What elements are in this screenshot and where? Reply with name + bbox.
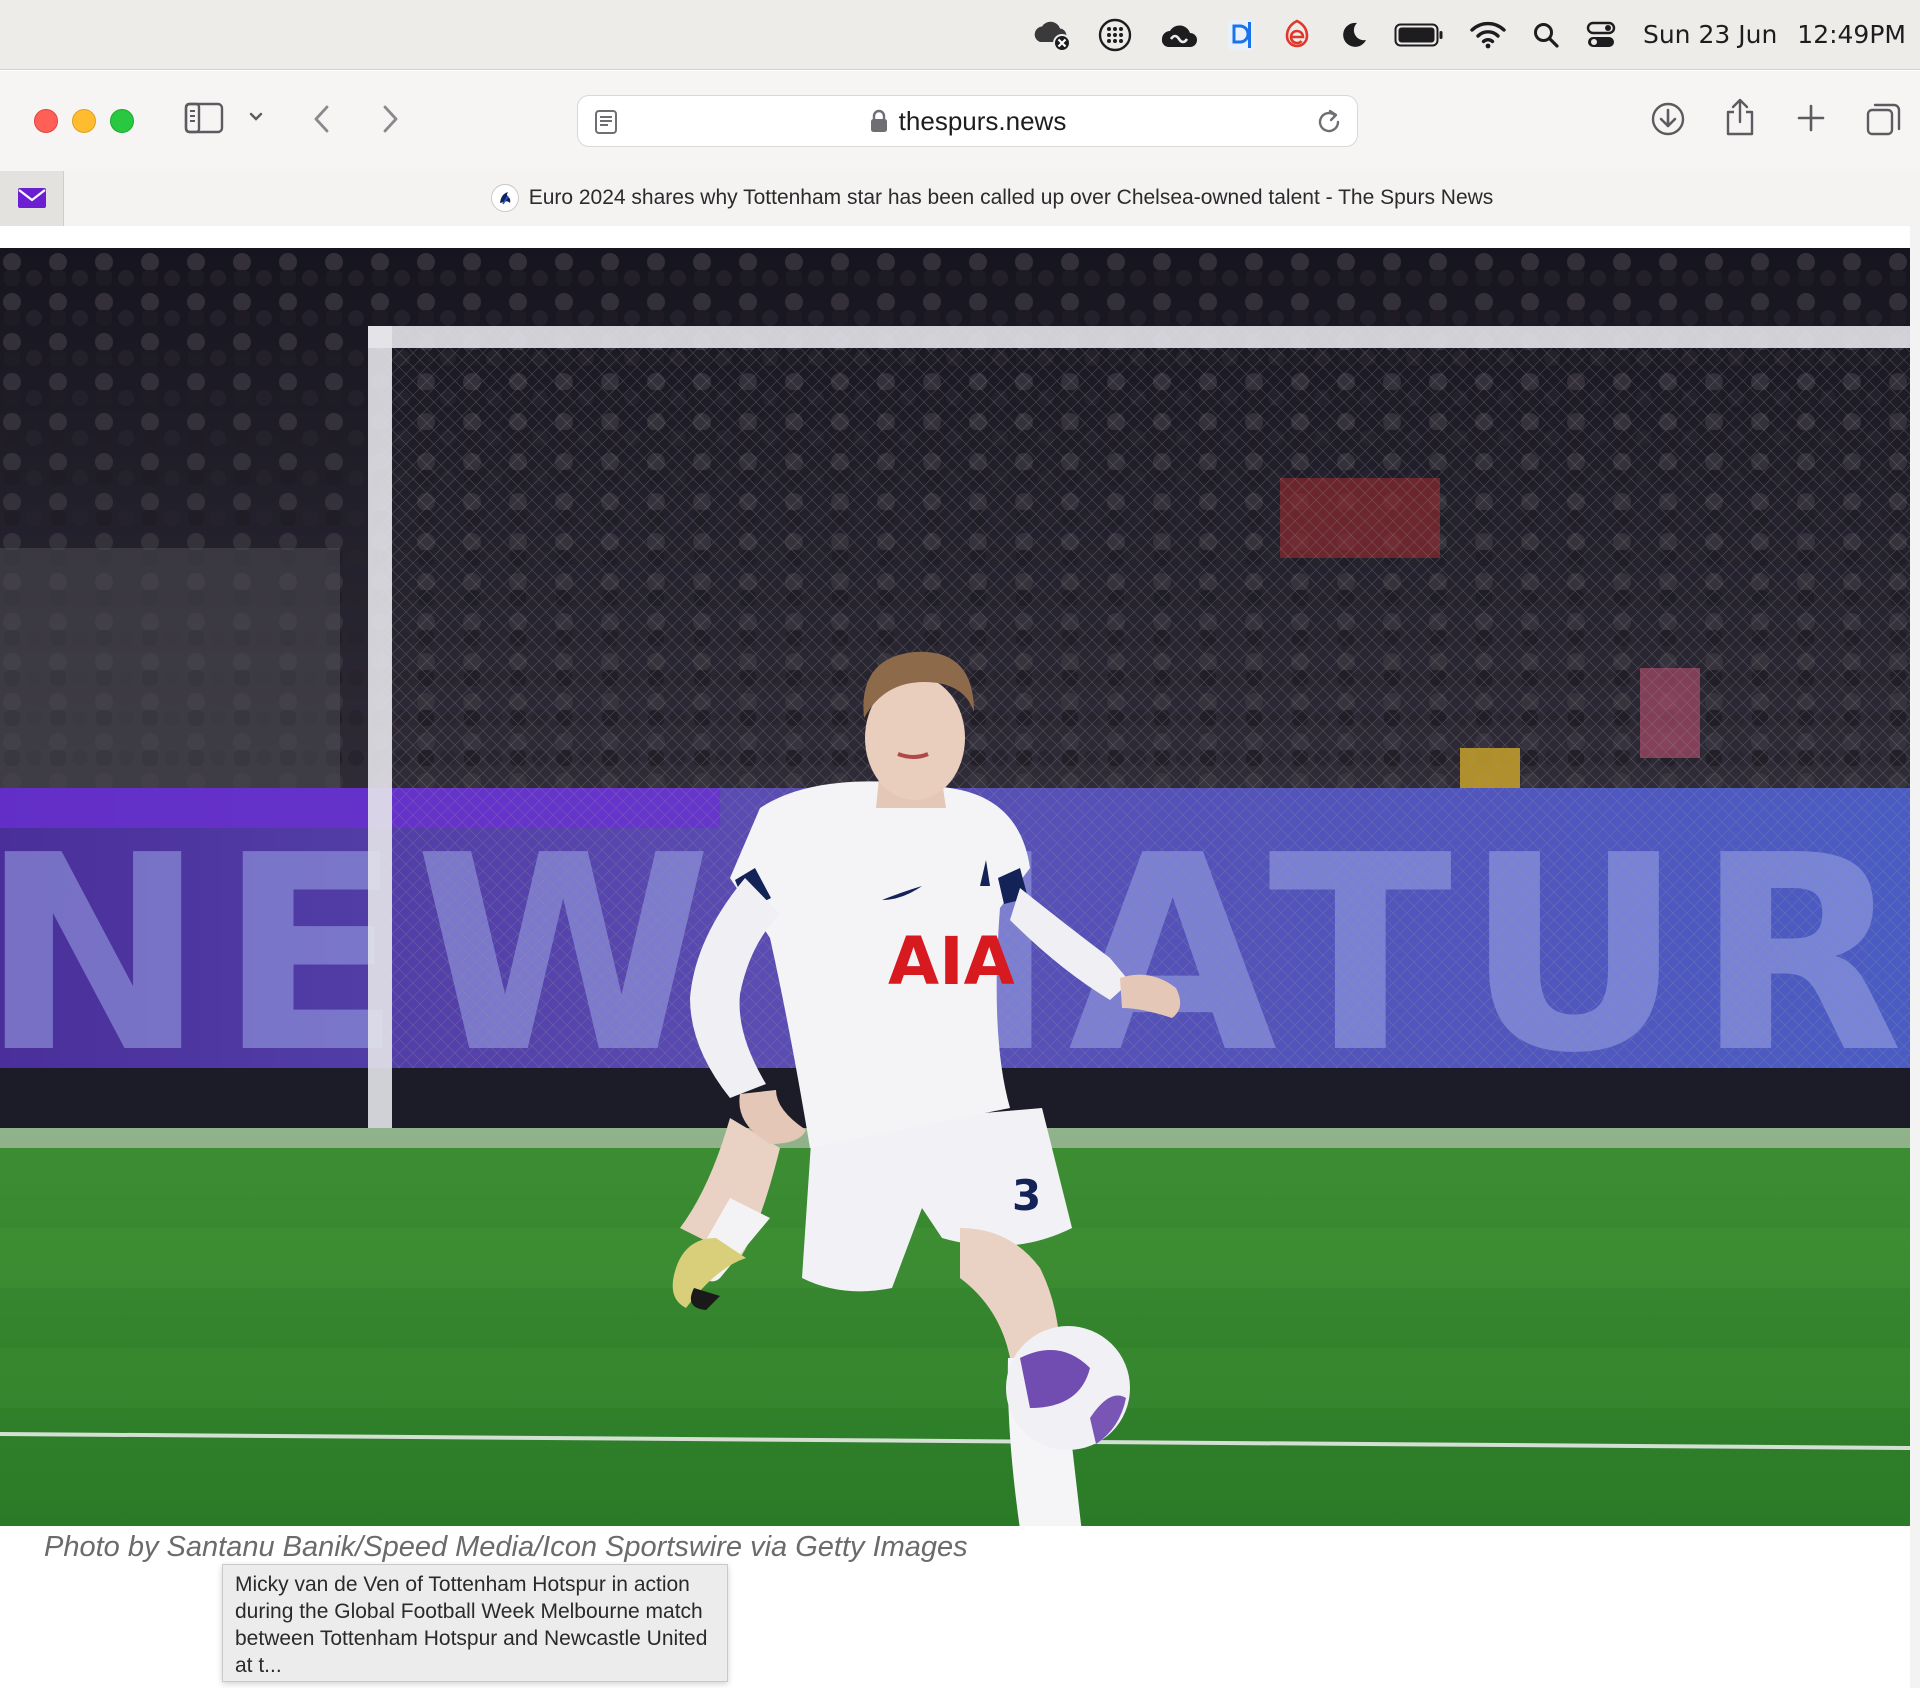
share-button[interactable] xyxy=(1724,97,1756,137)
tab-group-menu-button[interactable] xyxy=(248,109,264,125)
new-tab-button[interactable] xyxy=(1796,103,1826,133)
shirt-sponsor: AIA xyxy=(888,923,1015,1000)
reader-view-icon[interactable] xyxy=(594,109,618,140)
spurs-favicon-icon xyxy=(490,184,519,212)
wifi-icon[interactable] xyxy=(1470,0,1506,70)
url-text: thespurs.news xyxy=(898,105,1067,136)
launchpad-icon[interactable] xyxy=(1098,0,1132,70)
forward-button[interactable] xyxy=(378,103,402,135)
tab-title: Euro 2024 shares why Tottenham star has … xyxy=(528,186,1494,209)
chevron-right-icon xyxy=(383,105,398,133)
image-tooltip: Micky van de Ven of Tottenham Hotspur in… xyxy=(222,1564,728,1682)
download-icon xyxy=(1651,102,1685,136)
mail-icon xyxy=(17,188,46,208)
minimize-window-button[interactable] xyxy=(72,109,96,133)
menu-bar-time: 12:49PM xyxy=(1797,20,1906,49)
back-button[interactable] xyxy=(310,103,334,135)
page-content: NEW NATURE 3 xyxy=(0,226,1920,1688)
photo-credit: Photo by Santanu Banik/Speed Media/Icon … xyxy=(44,1531,968,1563)
lock-icon xyxy=(870,109,887,132)
chevron-left-icon xyxy=(314,105,329,133)
tab-overview-button[interactable] xyxy=(1866,101,1902,137)
tab-overview-icon xyxy=(1866,103,1901,136)
share-icon xyxy=(1726,98,1754,136)
plus-icon xyxy=(1797,104,1825,132)
spotlight-search-icon[interactable] xyxy=(1532,0,1560,70)
dashlane-icon[interactable] xyxy=(1226,0,1256,70)
address-url[interactable]: thespurs.news xyxy=(869,105,1067,137)
page-scrollbar[interactable] xyxy=(1910,226,1920,1688)
svg-text:3: 3 xyxy=(1012,1171,1041,1220)
window-controls xyxy=(34,109,134,133)
sidebar-icon xyxy=(184,102,224,134)
menu-bar-clock[interactable]: Sun 23 Jun 12:49PM xyxy=(1643,20,1906,49)
address-bar[interactable]: thespurs.news xyxy=(577,95,1358,147)
control-center-icon[interactable] xyxy=(1586,0,1616,70)
tab-bar: Euro 2024 shares why Tottenham star has … xyxy=(0,170,1920,226)
menu-bar: Sun 23 Jun 12:49PM xyxy=(0,0,1920,70)
football-player-photo: NEW NATURE 3 xyxy=(0,248,1910,1526)
app-e-icon[interactable] xyxy=(1282,0,1312,70)
close-window-button[interactable] xyxy=(34,109,58,133)
pinned-tab-mail[interactable] xyxy=(0,170,64,226)
downloads-button[interactable] xyxy=(1650,101,1686,137)
tab-active[interactable]: Euro 2024 shares why Tottenham star has … xyxy=(64,170,1920,226)
icloud-error-icon[interactable] xyxy=(1030,0,1072,70)
menu-bar-date: Sun 23 Jun xyxy=(1642,20,1778,49)
reload-icon[interactable] xyxy=(1315,108,1343,141)
sidebar-toggle-button[interactable] xyxy=(184,101,224,135)
battery-icon[interactable] xyxy=(1394,0,1444,70)
article-hero-image[interactable]: NEW NATURE 3 xyxy=(0,248,1910,1526)
zoom-window-button[interactable] xyxy=(110,109,134,133)
creative-cloud-icon[interactable] xyxy=(1158,0,1200,70)
focus-moon-icon[interactable] xyxy=(1338,0,1368,70)
browser-toolbar: thespurs.news xyxy=(0,71,1920,171)
chevron-down-icon xyxy=(249,112,263,121)
